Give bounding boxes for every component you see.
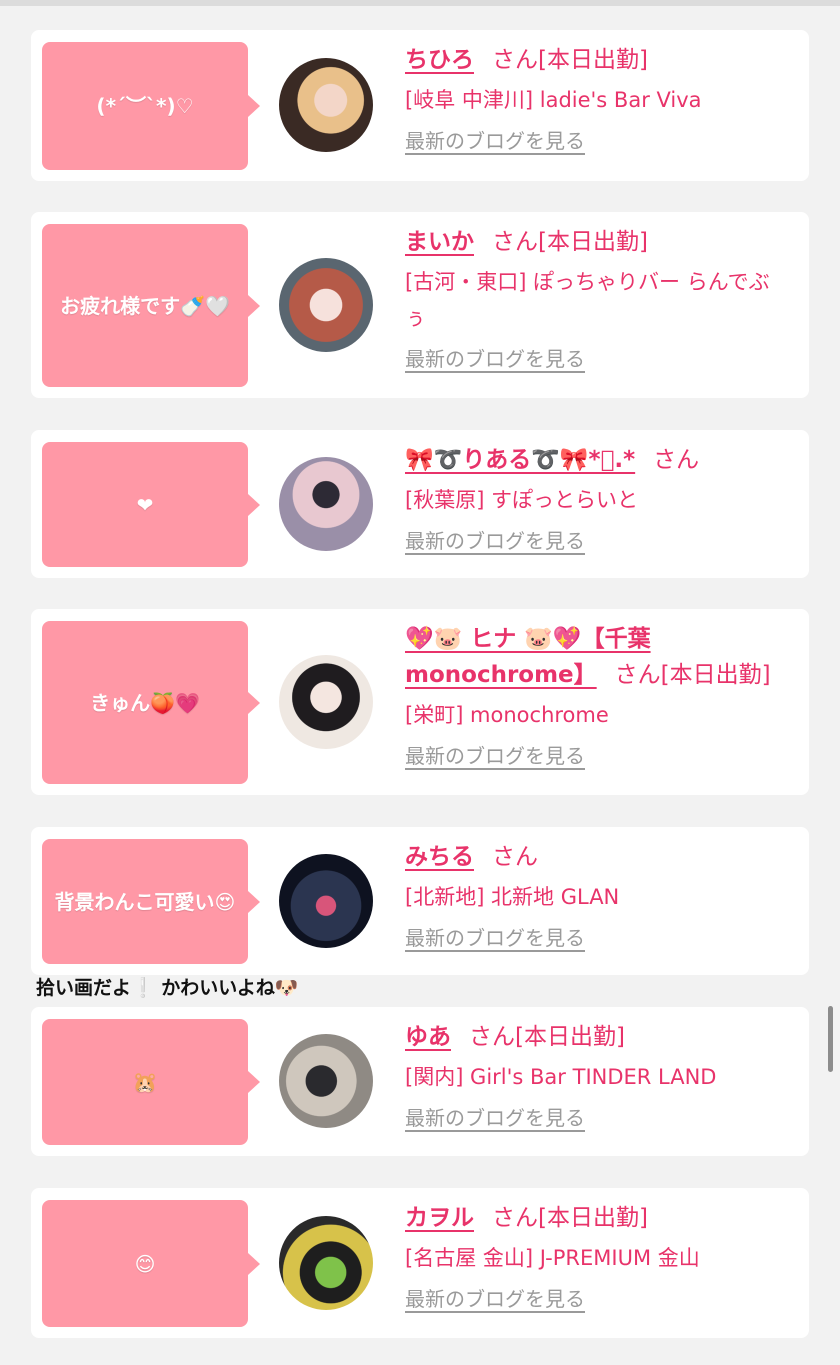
avatar[interactable]: [279, 655, 373, 749]
list-item: ❤ 🎀➰りある➰🎀*ﾟ.* さん [秋葉原] すぽっとらいと 最新のブログを見る: [31, 430, 809, 578]
san-label: さん: [492, 1205, 538, 1231]
latest-blog-link[interactable]: 最新のブログを見る: [405, 741, 585, 771]
shop-name: [栄町] monochrome: [405, 703, 609, 727]
comment-bubble: 背景わんこ可愛い😍: [42, 839, 260, 964]
san-label: さん: [614, 662, 661, 688]
san-label: さん: [492, 229, 538, 255]
comment-text: (*´︶`*)♡: [96, 94, 194, 118]
comment-bubble: 🐹: [42, 1019, 260, 1145]
list-item: 😊 カヲル さん[本日出勤] [名古屋 金山] J-PREMIUM 金山 最新のブ…: [31, 1188, 809, 1338]
comment-text: 😊: [134, 1251, 156, 1276]
latest-blog-link[interactable]: 最新のブログを見る: [405, 923, 585, 953]
status-label: [本日出勤]: [660, 662, 771, 688]
comment-text: お疲れ様です🍼🤍: [60, 293, 230, 318]
avatar[interactable]: [279, 1034, 373, 1128]
shop-name: [関内] Girl's Bar TINDER LAND: [405, 1065, 717, 1089]
latest-blog-link[interactable]: 最新のブログを見る: [405, 526, 585, 556]
list-item: 背景わんこ可愛い😍 みちる さん [北新地] 北新地 GLAN 最新のブログを見る: [31, 827, 809, 975]
avatar[interactable]: [279, 854, 373, 948]
san-label: さん: [492, 47, 538, 73]
list-item: 🐹 ゆあ さん[本日出勤] [関内] Girl's Bar TINDER LAND…: [31, 1007, 809, 1156]
girl-name-link[interactable]: みちる: [405, 844, 474, 870]
status-label: [本日出勤]: [538, 47, 648, 73]
comment-text: 🐹: [132, 1070, 158, 1094]
shop-name: [古河・東口] ぽっちゃりバー らんでぶぅ: [405, 270, 770, 330]
comment-bubble: きゅん🍑💗: [42, 621, 260, 784]
status-label: [本日出勤]: [515, 1024, 625, 1050]
latest-blog-link[interactable]: 最新のブログを見る: [405, 126, 585, 156]
comment-bubble: (*´︶`*)♡: [42, 42, 260, 170]
shop-name: [北新地] 北新地 GLAN: [405, 885, 620, 909]
san-label: さん: [653, 447, 700, 473]
comment-bubble: 😊: [42, 1200, 260, 1327]
status-label: [本日出勤]: [538, 229, 648, 255]
list-item: お疲れ様です🍼🤍 まいか さん[本日出勤] [古河・東口] ぽっちゃりバー らんで…: [31, 212, 809, 398]
san-label: さん: [492, 844, 538, 870]
comment-bubble: ❤: [42, 442, 260, 567]
girl-name-link[interactable]: まいか: [405, 229, 474, 255]
shop-name: [名古屋 金山] J-PREMIUM 金山: [405, 1246, 700, 1270]
latest-blog-link[interactable]: 最新のブログを見る: [405, 1103, 585, 1133]
girl-name-link[interactable]: カヲル: [405, 1205, 474, 1231]
image-caption: 拾い画だよ❕ かわいいよね🐶: [36, 977, 299, 999]
list-item: きゅん🍑💗 💖🐷 ヒナ 🐷💖【千葉monochrome】 さん[本日出勤] [栄町…: [31, 609, 809, 795]
comment-text: 背景わんこ可愛い😍: [54, 889, 236, 914]
latest-blog-link[interactable]: 最新のブログを見る: [405, 344, 585, 374]
shop-name: [岐阜 中津川] ladie's Bar Viva: [405, 88, 702, 112]
latest-blog-link[interactable]: 最新のブログを見る: [405, 1284, 585, 1314]
comment-text: きゅん🍑💗: [90, 690, 200, 715]
avatar[interactable]: [279, 457, 373, 551]
list-item: (*´︶`*)♡ ちひろ さん[本日出勤] [岐阜 中津川] ladie's Ba…: [31, 30, 809, 181]
girl-name-link[interactable]: ゆあ: [405, 1024, 451, 1050]
girl-name-link[interactable]: 🎀➰りある➰🎀*ﾟ.*: [405, 447, 635, 473]
top-edge: [0, 0, 840, 6]
girl-name-link[interactable]: ちひろ: [405, 47, 474, 73]
avatar[interactable]: [279, 1216, 373, 1310]
comment-text: ❤: [136, 492, 154, 517]
shop-name: [秋葉原] すぽっとらいと: [405, 488, 639, 512]
comment-bubble: お疲れ様です🍼🤍: [42, 224, 260, 387]
san-label: さん: [469, 1024, 515, 1050]
status-label: [本日出勤]: [538, 1205, 648, 1231]
avatar[interactable]: [279, 58, 373, 152]
scrollbar[interactable]: [828, 1006, 833, 1072]
avatar[interactable]: [279, 258, 373, 352]
